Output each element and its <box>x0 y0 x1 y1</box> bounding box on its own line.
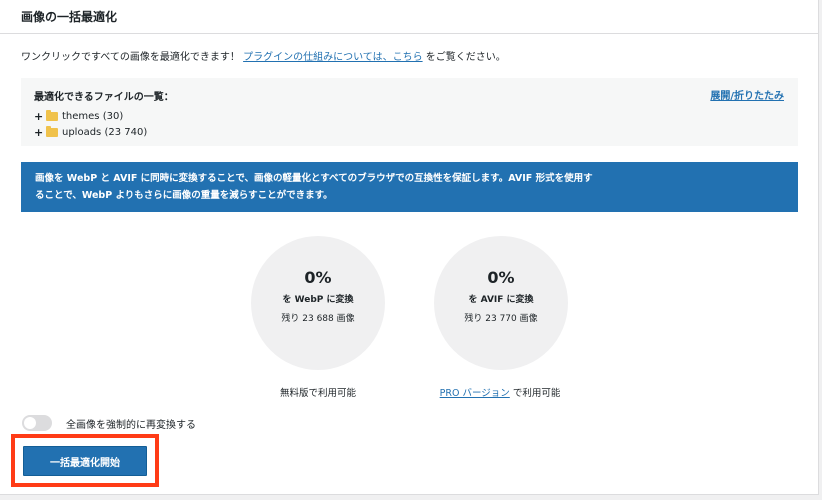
file-tree: + themes (30) + uploads (23 740) <box>34 109 147 141</box>
panel-title: 画像の一括最適化 <box>21 10 118 24</box>
avif-remaining: 残り 23 770 画像 <box>464 314 538 324</box>
expand-icon[interactable]: + <box>34 126 46 139</box>
tree-item-themes[interactable]: + themes (30) <box>34 109 147 124</box>
tree-item-label: uploads (23 740) <box>62 127 148 138</box>
folder-icon <box>46 110 58 121</box>
avif-availability-suffix: で利用可能 <box>509 388 561 399</box>
webp-remaining: 残り 23 688 画像 <box>281 314 355 324</box>
how-it-works-link[interactable]: プラグインの仕組みについては、こちら <box>243 52 423 63</box>
start-bulk-optimization-button[interactable]: 一括最適化開始 <box>23 446 147 476</box>
tree-item-uploads[interactable]: + uploads (23 740) <box>34 125 147 140</box>
webp-percent: 0% <box>304 268 332 287</box>
webp-label: を WebP に変換 <box>282 295 354 305</box>
avif-percent: 0% <box>487 268 515 287</box>
avif-progress-circle: 0% を AVIF に変換 残り 23 770 画像 <box>434 236 568 370</box>
pro-version-link[interactable]: PRO バージョン <box>440 388 510 399</box>
tree-item-label: themes (30) <box>62 111 124 122</box>
force-reconvert-label: 全画像を強制的に再変換する <box>66 419 196 431</box>
info-line-2: ることで、WebP よりもさらに画像の重量を減らすことができます。 <box>35 190 333 201</box>
panel-header: 画像の一括最適化 <box>0 0 818 34</box>
force-reconvert-row: 全画像を強制的に再変換する <box>22 415 196 431</box>
bulk-optimization-panel: 画像の一括最適化 ワンクリックですべての画像を最適化できます！ プラグインの仕組… <box>0 0 819 495</box>
files-list-box: 最適化できるファイルの一覧： 展開/折りたたみ + themes (30) + … <box>21 78 798 146</box>
webp-availability: 無料版で利用可能 <box>279 388 356 399</box>
info-banner: 画像を WebP と AVIF に同時に変換することで、画像の軽量化とすべてのブ… <box>21 162 798 212</box>
webp-progress-circle: 0% を WebP に変換 残り 23 688 画像 <box>251 236 385 370</box>
avif-label: を AVIF に変換 <box>468 295 534 305</box>
expand-icon[interactable]: + <box>34 110 46 123</box>
avif-availability: PRO バージョン で利用可能 <box>410 385 590 399</box>
intro-text-after: をご覧ください。 <box>422 52 506 63</box>
intro-text: ワンクリックですべての画像を最適化できます！ プラグインの仕組みについては、こち… <box>21 51 506 65</box>
folder-icon <box>46 126 58 137</box>
intro-text-before: ワンクリックですべての画像を最適化できます！ <box>21 52 244 63</box>
force-reconvert-toggle[interactable] <box>22 415 52 431</box>
files-heading: 最適化できるファイルの一覧： <box>34 92 174 103</box>
toggle-knob <box>24 417 36 429</box>
info-line-1: 画像を WebP と AVIF に同時に変換することで、画像の軽量化とすべてのブ… <box>35 173 593 184</box>
expand-collapse-link[interactable]: 展開/折りたたみ <box>710 87 784 102</box>
start-button-highlight: 一括最適化開始 <box>11 434 159 487</box>
